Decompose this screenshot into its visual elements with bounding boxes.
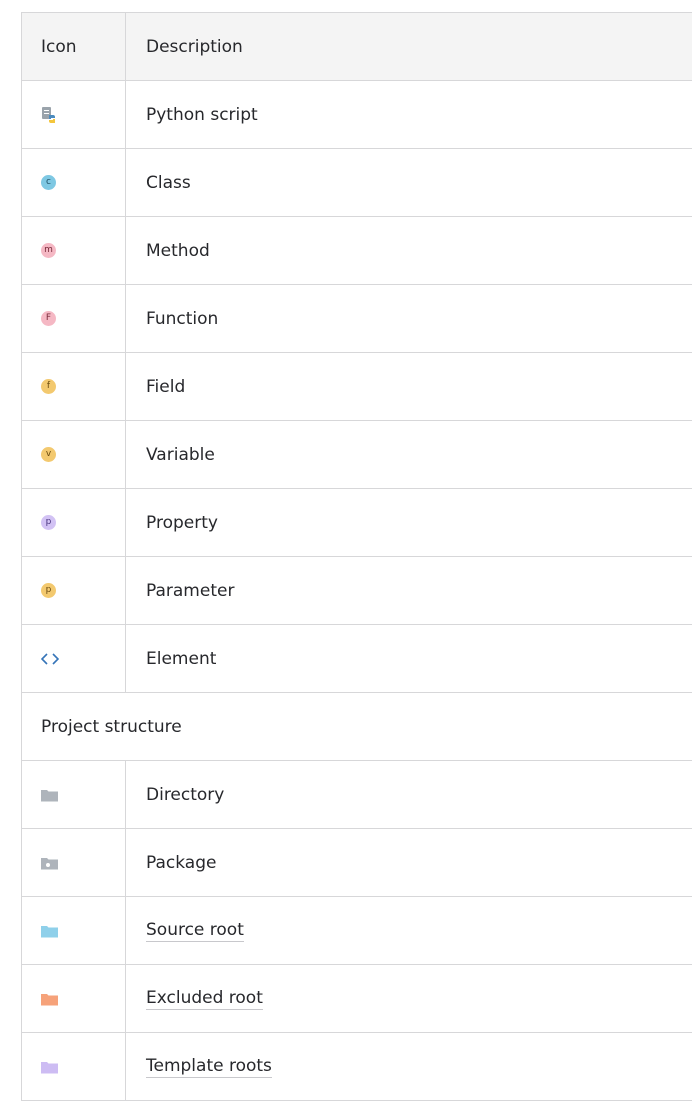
template-roots-link[interactable]: Template roots [146, 1056, 272, 1078]
element-icon [40, 651, 60, 667]
row-label: Class [146, 172, 191, 193]
table-header-row: Icon Description [22, 13, 692, 81]
header-icon-column: Icon [22, 13, 126, 80]
section-row: Project structure [22, 693, 692, 761]
function-icon: F [41, 311, 56, 326]
table-row: p Property [22, 489, 692, 557]
python-script-icon [41, 106, 57, 123]
table-row: Excluded root [22, 965, 692, 1033]
property-icon: p [41, 515, 56, 530]
header-description-column: Description [146, 36, 243, 57]
row-label: Package [146, 852, 217, 873]
row-label: Field [146, 376, 186, 397]
table-row: f Field [22, 353, 692, 421]
source-root-folder-icon [41, 923, 58, 939]
template-roots-folder-icon [41, 1059, 58, 1075]
row-label: Function [146, 308, 219, 329]
directory-folder-icon [41, 787, 58, 803]
class-icon: c [41, 175, 56, 190]
row-label: Directory [146, 784, 225, 805]
table-row: Directory [22, 761, 692, 829]
table-row: F Function [22, 285, 692, 353]
table-row: Python script [22, 81, 692, 149]
parameter-icon: p [41, 583, 56, 598]
package-folder-icon [41, 855, 58, 871]
row-label: Python script [146, 104, 258, 125]
table-row: Element [22, 625, 692, 693]
table-row: Source root [22, 897, 692, 965]
method-icon: m [41, 243, 56, 258]
icons-table: Icon Description Python script c Class m… [21, 12, 692, 1101]
field-icon: f [41, 379, 56, 394]
table-row: Template roots [22, 1033, 692, 1101]
variable-icon: v [41, 447, 56, 462]
table-row: p Parameter [22, 557, 692, 625]
table-row: m Method [22, 217, 692, 285]
section-title: Project structure [41, 716, 182, 737]
excluded-root-link[interactable]: Excluded root [146, 988, 263, 1010]
excluded-root-folder-icon [41, 991, 58, 1007]
row-label: Method [146, 240, 210, 261]
row-label: Property [146, 512, 218, 533]
source-root-link[interactable]: Source root [146, 920, 244, 942]
row-label: Parameter [146, 580, 235, 601]
row-label: Variable [146, 444, 215, 465]
table-row: c Class [22, 149, 692, 217]
table-row: v Variable [22, 421, 692, 489]
table-row: Package [22, 829, 692, 897]
row-label: Element [146, 648, 217, 669]
